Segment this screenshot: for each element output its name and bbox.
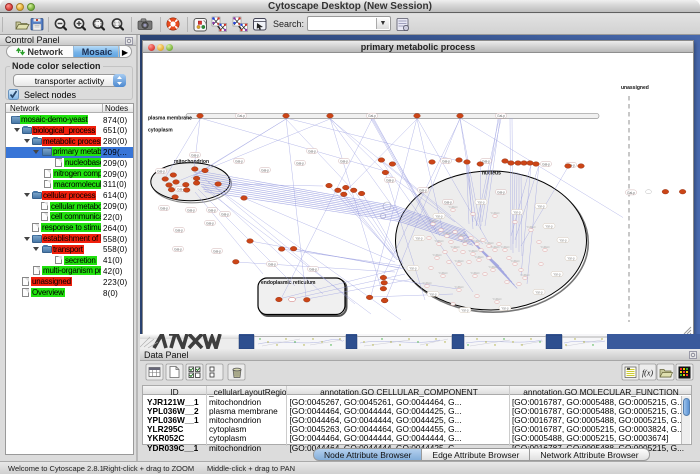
svg-text:Gal-p: Gal-p [386,178,394,182]
svg-text:Gal-p: Gal-p [442,159,450,163]
svg-text:YxRsC: YxRsC [474,255,484,259]
svg-text:cytoplasm: cytoplasm [148,128,173,134]
svg-text:Gal-p: Gal-p [221,212,229,216]
svg-text:YxRsC: YxRsC [428,219,438,223]
svg-text:YxRsC: YxRsC [500,245,510,249]
svg-text:unassigned: unassigned [621,85,649,91]
svg-text:Yal-p: Yal-p [537,204,544,208]
svg-text:Yal-p: Yal-p [545,224,552,228]
svg-text:Yal-p: Yal-p [535,290,542,294]
svg-text:Gal-p: Gal-p [308,149,316,153]
svg-text:YxRsC: YxRsC [526,225,536,229]
svg-text:YxRsC: YxRsC [450,245,460,249]
svg-text:Gal-p: Gal-p [296,161,304,165]
svg-text:Yal-p: Yal-p [559,238,566,242]
svg-text:Gal-p: Gal-p [191,153,199,157]
svg-text:YxRsC: YxRsC [432,253,442,257]
svg-text:YxRsC: YxRsC [422,281,432,285]
svg-text:YxRsC: YxRsC [488,265,498,269]
svg-text:Gal-p: Gal-p [208,208,216,212]
svg-text:Gal-p: Gal-p [175,228,183,232]
svg-text:Yal-p: Yal-p [567,256,574,260]
svg-text:Gal-p: Gal-p [187,208,195,212]
svg-text:Gal-p: Gal-p [237,114,245,118]
svg-text:YxRsC: YxRsC [442,231,452,235]
svg-text:Yal-p: Yal-p [553,272,560,276]
svg-text:YxRsC: YxRsC [510,259,520,263]
svg-text:YxRsC: YxRsC [470,271,480,275]
svg-text:YxRsC: YxRsC [434,239,444,243]
svg-text:Yal-p: Yal-p [435,214,442,218]
svg-text:Gal-p: Gal-p [268,262,276,266]
svg-text:YxRsC: YxRsC [492,297,502,301]
svg-text:Gal-p: Gal-p [368,114,376,118]
svg-text:Gal-p: Gal-p [497,114,505,118]
svg-text:Yal-p: Yal-p [477,200,484,204]
svg-text:YxRsC: YxRsC [540,245,550,249]
svg-text:Gal-p: Gal-p [235,159,243,163]
svg-text:YxRsC: YxRsC [438,271,448,275]
svg-text:Gal-p: Gal-p [309,267,317,271]
svg-text:Gal-p: Gal-p [160,206,168,210]
svg-text:Yal-p: Yal-p [461,308,468,312]
svg-text:endoplasmic reticulum: endoplasmic reticulum [261,280,316,286]
svg-text:Yal-p: Yal-p [429,292,436,296]
svg-text:YxRsC: YxRsC [454,285,464,289]
svg-text:f(x): f(x) [642,369,653,378]
svg-text:Yal-p: Yal-p [501,306,508,310]
svg-text:1:1: 1:1 [114,22,121,28]
svg-text:YxRsC: YxRsC [456,233,466,237]
svg-text:YxRsC: YxRsC [490,211,500,215]
svg-text:mitochondrion: mitochondrion [174,159,209,165]
svg-text:nucleus: nucleus [482,171,501,177]
svg-text:plasma membrane: plasma membrane [148,116,192,122]
svg-text:Gal-p: Gal-p [157,169,165,173]
svg-text:YxRsC: YxRsC [460,239,470,243]
svg-text:Gal-p: Gal-p [261,168,269,172]
svg-text:YxRsC: YxRsC [454,259,464,263]
svg-text:Gal-p: Gal-p [340,159,348,163]
svg-text:Gal-p: Gal-p [542,162,550,166]
svg-text:YxRsC: YxRsC [520,273,530,277]
svg-text:Gal-p: Gal-p [206,221,214,225]
svg-text:Gal-p: Gal-p [497,190,505,194]
svg-text:Yal-p: Yal-p [513,210,520,214]
svg-text:Gal-p: Gal-p [444,200,452,204]
svg-text:YxRsC: YxRsC [448,205,458,209]
svg-text:Gal-p: Gal-p [174,247,182,251]
svg-text:Gal-p: Gal-p [419,188,427,192]
svg-text:Gal-p: Gal-p [213,249,221,253]
svg-text:Yal-p: Yal-p [415,236,422,240]
svg-text:Yal-p: Yal-p [409,266,416,270]
svg-text:YxRsC: YxRsC [468,249,478,253]
svg-text:Gal-p: Gal-p [627,191,635,195]
